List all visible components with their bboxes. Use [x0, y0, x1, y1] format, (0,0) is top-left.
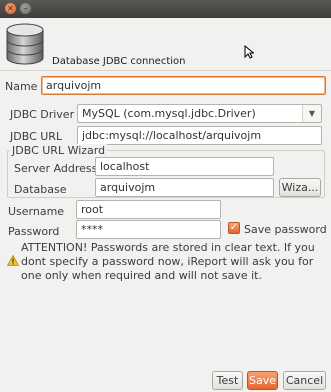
database-icon	[6, 23, 44, 65]
name-field[interactable]: arquivojm	[41, 76, 326, 95]
wizard-group-title: JDBC URL Wizard	[10, 144, 108, 157]
minimize-window-button[interactable]: –	[20, 3, 31, 14]
chevron-down-icon[interactable]: ▼	[302, 105, 321, 122]
jdbc-driver-label: JDBC Driver	[10, 108, 75, 121]
close-window-button[interactable]: ✕	[5, 3, 16, 14]
test-button[interactable]: Test	[212, 371, 243, 390]
jdbc-driver-value: MySQL (com.mysql.jdbc.Driver)	[82, 107, 256, 120]
save-password-checkbox[interactable]: ✓	[228, 222, 240, 234]
password-field[interactable]: ****	[76, 220, 221, 239]
database-field[interactable]: arquivojm	[95, 178, 274, 197]
username-field[interactable]: root	[76, 200, 221, 219]
name-label: Name	[5, 80, 38, 93]
jdbc-driver-select[interactable]: MySQL (com.mysql.jdbc.Driver) ▼	[77, 104, 322, 123]
database-label: Database	[14, 183, 67, 196]
server-address-field[interactable]: localhost	[95, 157, 274, 176]
mouse-pointer-icon	[244, 45, 254, 59]
window-titlebar: ✕ –	[0, 0, 331, 19]
jdbc-url-label: JDBC URL	[10, 130, 63, 143]
server-address-label: Server Address	[14, 162, 98, 175]
password-warning-text: ATTENTION! Passwords are stored in clear…	[21, 241, 315, 282]
dialog-header: Database JDBC connection	[0, 18, 331, 70]
warning-icon	[7, 255, 19, 266]
cancel-button[interactable]: Cancel	[283, 371, 326, 390]
header-separator	[0, 70, 331, 71]
jdbc-url-field[interactable]: jdbc:mysql://localhost/arquivojm	[77, 126, 322, 145]
password-label: Password	[8, 225, 60, 238]
save-password-label[interactable]: Save password	[244, 223, 327, 236]
dialog-title: Database JDBC connection	[52, 56, 186, 67]
wizard-button[interactable]: Wiza...	[279, 178, 321, 197]
username-label: Username	[8, 205, 65, 218]
save-button[interactable]: Save	[247, 371, 278, 390]
